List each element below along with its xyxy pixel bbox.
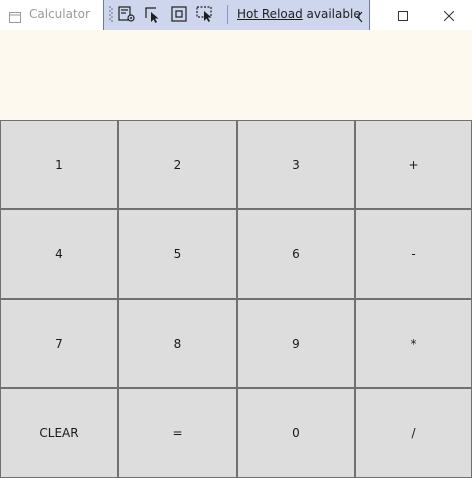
window-title: Calculator bbox=[29, 7, 90, 21]
maximize-icon bbox=[398, 6, 408, 25]
key-0[interactable]: 0 bbox=[237, 388, 355, 478]
keypad: 1 2 3 + 4 5 6 - 7 8 9 * CLEAR = 0 / bbox=[0, 120, 472, 478]
hot-reload-status: Hot Reload available bbox=[237, 7, 361, 21]
close-button[interactable] bbox=[426, 0, 472, 30]
key-4[interactable]: 4 bbox=[0, 209, 118, 299]
key-multiply[interactable]: * bbox=[355, 299, 472, 388]
close-icon bbox=[443, 6, 455, 25]
hot-reload-available-text: available bbox=[302, 7, 361, 21]
window-icon bbox=[9, 8, 21, 23]
key-divide[interactable]: / bbox=[355, 388, 472, 478]
display-adorners-icon[interactable] bbox=[143, 4, 163, 24]
preview-selection-icon[interactable] bbox=[195, 4, 215, 24]
key-3[interactable]: 3 bbox=[237, 120, 355, 209]
maximize-button[interactable] bbox=[380, 0, 426, 30]
key-equals[interactable]: = bbox=[118, 388, 237, 478]
key-7[interactable]: 7 bbox=[0, 299, 118, 388]
key-minus[interactable]: - bbox=[355, 209, 472, 299]
key-clear[interactable]: CLEAR bbox=[0, 388, 118, 478]
key-2[interactable]: 2 bbox=[118, 120, 237, 209]
key-1[interactable]: 1 bbox=[0, 120, 118, 209]
key-6[interactable]: 6 bbox=[237, 209, 355, 299]
toolbar-separator bbox=[227, 5, 228, 24]
key-5[interactable]: 5 bbox=[118, 209, 237, 299]
key-plus[interactable]: + bbox=[355, 120, 472, 209]
toolbar-grip-icon[interactable] bbox=[109, 5, 113, 23]
track-focus-icon[interactable] bbox=[169, 4, 189, 24]
hot-reload-link[interactable]: Hot Reload bbox=[237, 7, 303, 21]
select-element-icon[interactable] bbox=[117, 4, 137, 24]
key-8[interactable]: 8 bbox=[118, 299, 237, 388]
collapse-chevron-icon[interactable] bbox=[356, 8, 364, 23]
key-9[interactable]: 9 bbox=[237, 299, 355, 388]
calculator-display bbox=[0, 30, 472, 120]
